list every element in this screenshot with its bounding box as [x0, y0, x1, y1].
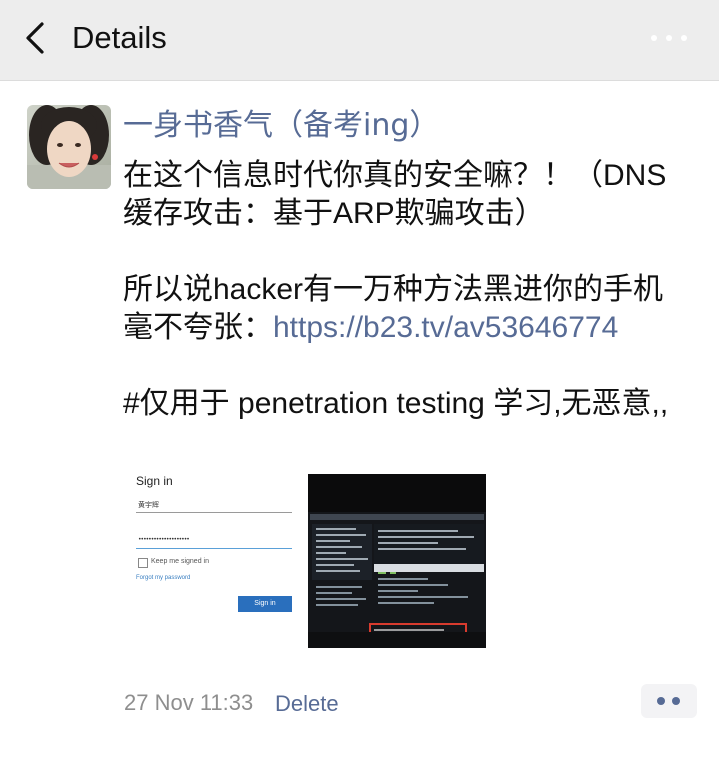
- top-nav-bar: Details: [0, 0, 719, 81]
- post-paragraph: 在这个信息时代你真的安全嘛？！（DNS缓存攻击：基于ARP欺骗攻击）: [123, 159, 667, 230]
- avatar[interactable]: [27, 105, 111, 189]
- username-underline: [136, 512, 292, 513]
- video-link[interactable]: https://b23.tv/av53646774: [273, 311, 618, 344]
- page-title: Details: [72, 20, 167, 55]
- more-dot: [681, 35, 687, 41]
- terminal-photo: [308, 474, 486, 648]
- forgot-password-link: Forgot my password: [136, 575, 191, 581]
- post-paragraph: 所以说hacker有一万种方法黑进你的手机毫不夸张：https://b23.tv…: [123, 271, 693, 347]
- post-timestamp: 27 Nov 11:33: [124, 690, 254, 715]
- more-button[interactable]: [649, 28, 689, 48]
- moments-details-page: Details 一身书香气（备考ing） 在这个信息时代你真的安全嘛？！（DNS…: [0, 0, 719, 759]
- post-image-terminal[interactable]: [308, 474, 486, 648]
- signin-title: Sign in: [136, 474, 173, 488]
- comment-dots-icon: [657, 697, 665, 705]
- back-button[interactable]: [18, 18, 54, 58]
- keep-signed-in-checkbox: [138, 558, 148, 568]
- author-nickname[interactable]: 一身书香气（备考ing）: [123, 106, 439, 146]
- more-dots-icon: [651, 35, 657, 41]
- keep-signed-in-label: Keep me signed in: [151, 558, 209, 565]
- post-image-signin[interactable]: Sign in 黄宇辉 •••••••••••••••••••• Keep me…: [124, 474, 300, 648]
- more-dot: [666, 35, 672, 41]
- comment-dot: [672, 697, 680, 705]
- chevron-left-icon: [26, 22, 44, 54]
- post-paragraph: #仅用于 penetration testing 学习,无恶意,,: [123, 387, 669, 420]
- password-underline: [136, 548, 292, 549]
- delete-button[interactable]: Delete: [275, 689, 339, 719]
- avatar-photo: [27, 105, 111, 189]
- comment-action-button[interactable]: [641, 684, 697, 718]
- signin-password: ••••••••••••••••••••: [138, 536, 190, 543]
- signin-username: 黄宇辉: [138, 502, 159, 509]
- post-content: 在这个信息时代你真的安全嘛？！（DNS缓存攻击：基于ARP欺骗攻击） 所以说ha…: [123, 157, 693, 423]
- signin-button: Sign in: [238, 596, 292, 612]
